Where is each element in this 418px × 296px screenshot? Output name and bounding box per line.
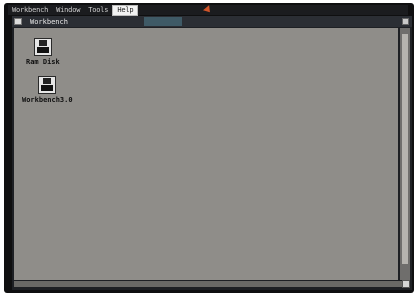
menu-bar: Workbench Window Tools Help (8, 4, 408, 16)
title-highlight (144, 17, 182, 26)
resize-icon[interactable] (402, 280, 410, 288)
window-title: Workbench (30, 17, 68, 26)
icon-label: Ram Disk (26, 58, 60, 66)
close-icon[interactable] (14, 18, 22, 25)
window-titlebar[interactable]: Workbench (12, 16, 412, 27)
drive-icon-ram-disk[interactable]: Ram Disk (26, 38, 60, 66)
menu-window[interactable]: Window (52, 6, 84, 15)
icon-label: Workbench3.0 (22, 96, 73, 104)
scroll-thumb[interactable] (402, 34, 408, 264)
menu-help[interactable]: Help (112, 4, 139, 16)
depth-gadget-icon[interactable] (402, 18, 409, 25)
disk-icon (38, 76, 57, 94)
drive-icon-workbench[interactable]: Workbench3.0 (22, 76, 73, 104)
window-content: Ram Disk Workbench3.0 (14, 28, 398, 280)
menu-workbench[interactable]: Workbench (8, 6, 52, 15)
menu-tools[interactable]: Tools (84, 6, 112, 15)
vertical-scrollbar[interactable] (400, 28, 410, 280)
workbench-window: Workbench Ram Disk Workbench3.0 (12, 16, 412, 290)
horizontal-scrollbar[interactable] (14, 281, 410, 287)
disk-icon (33, 38, 52, 56)
mouse-pointer-icon (203, 5, 213, 15)
